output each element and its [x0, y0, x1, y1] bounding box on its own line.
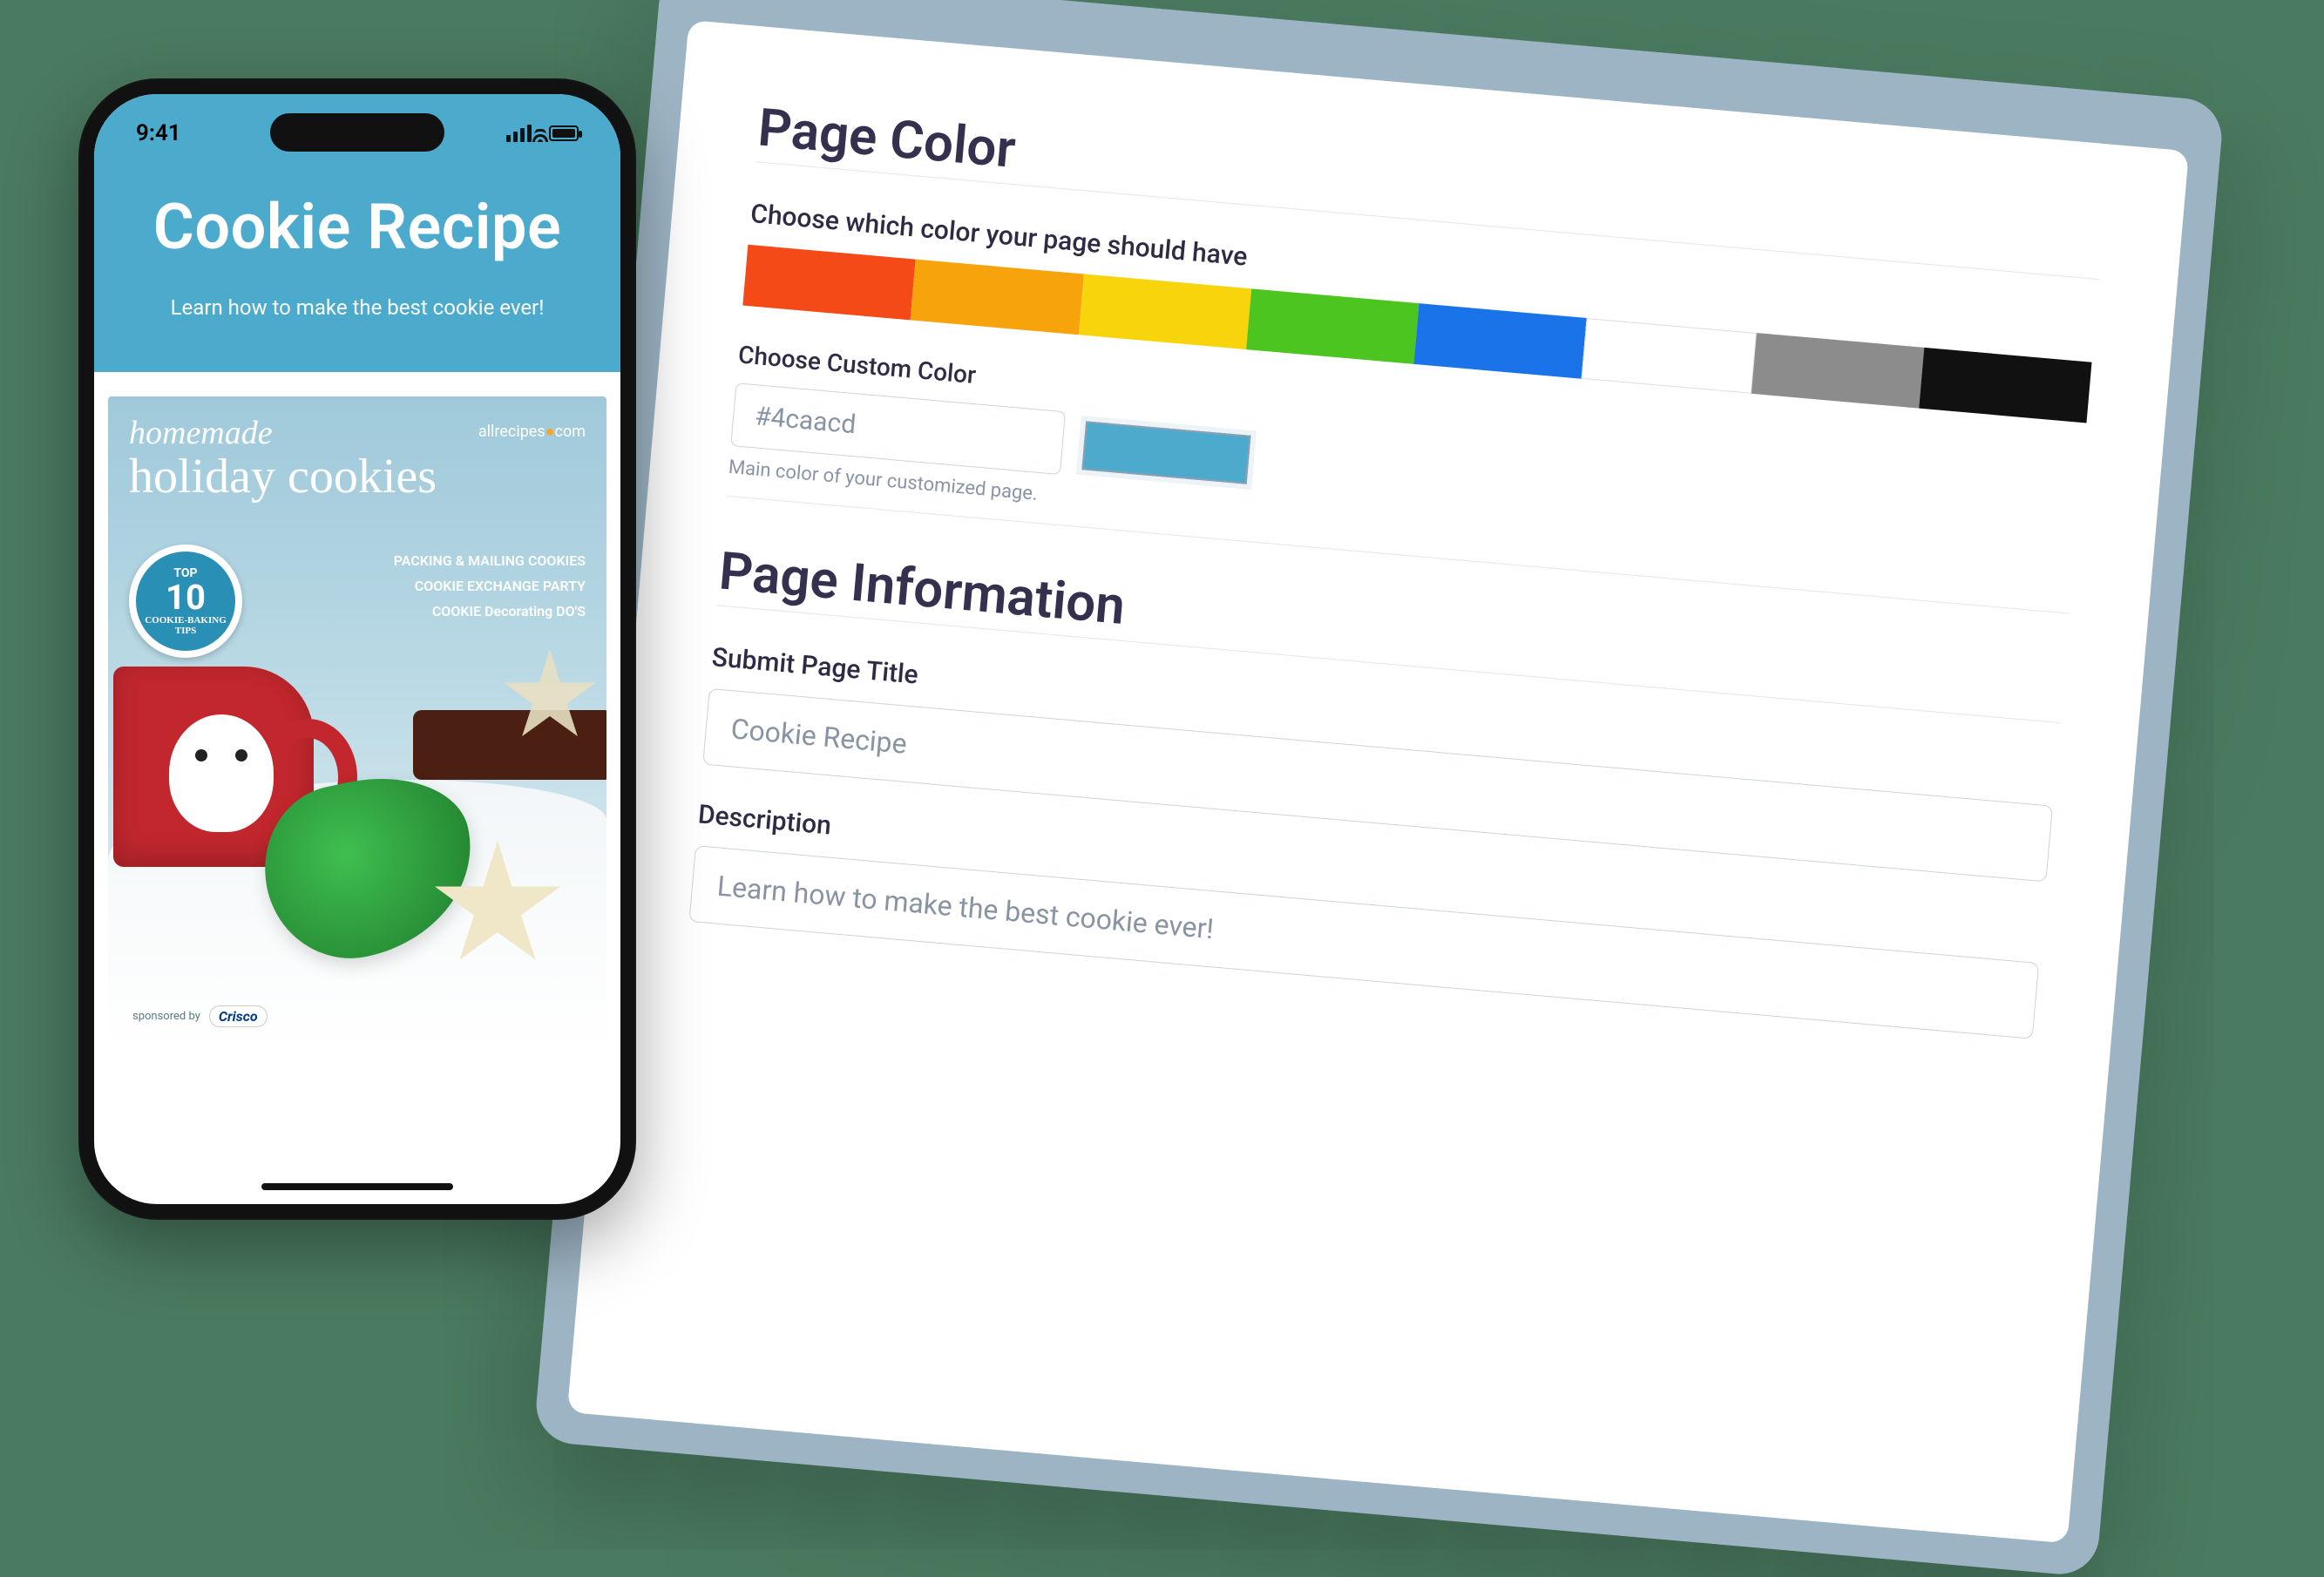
page-title: Cookie Recipe: [94, 190, 620, 264]
phone-screen: 9:41 Cookie Recipe Learn how to make the…: [94, 94, 620, 1204]
hero-brand: allrecipes●com: [478, 423, 586, 441]
badge-number: 10: [166, 580, 206, 615]
cellular-icon: [506, 125, 532, 142]
swatch-black[interactable]: [1919, 348, 2092, 423]
top10-badge: TOP 10 COOKIE-BAKING TIPS: [129, 545, 242, 658]
hero-feature-list: PACKING & MAILING COOKIES COOKIE EXCHANG…: [394, 549, 586, 624]
hero-feature-3: COOKIE Decorating DO'S: [394, 599, 586, 625]
snowman-icon: [169, 714, 274, 832]
home-indicator: [261, 1183, 453, 1190]
custom-color-preview[interactable]: [1081, 421, 1250, 484]
swatch-white[interactable]: [1582, 318, 1757, 394]
swatch-gray[interactable]: [1751, 333, 1924, 409]
hero-feature-1: PACKING & MAILING COOKIES: [394, 549, 586, 574]
phone-notch: [270, 113, 444, 152]
page-color-heading: Page Color: [755, 96, 2105, 280]
badge-bottom: COOKIE-BAKING TIPS: [136, 615, 235, 636]
status-time: 9:41: [136, 120, 181, 146]
window-chrome: Page Color Choose which color your page …: [533, 0, 2225, 1577]
brownie-cookie: [413, 710, 606, 780]
swatch-blue[interactable]: [1413, 303, 1587, 379]
battery-icon: [549, 125, 579, 141]
sponsor-label: sponsored by: [132, 1010, 200, 1023]
brand-name: allrecipes: [478, 423, 545, 441]
settings-panel: Page Color Choose which color your page …: [567, 20, 2189, 1544]
swatch-orange[interactable]: [911, 260, 1084, 335]
swatch-red[interactable]: [742, 245, 916, 321]
hero-title: homemade holiday cookies: [129, 414, 437, 501]
swatch-green[interactable]: [1246, 288, 1419, 364]
phone-mockup: 9:41 Cookie Recipe Learn how to make the…: [78, 78, 636, 1220]
page-subtitle: Learn how to make the best cookie ever!: [94, 295, 620, 320]
swatch-yellow[interactable]: [1078, 274, 1251, 349]
sponsor-logo: Crisco: [209, 1005, 268, 1027]
sponsor-row: sponsored by Crisco: [132, 1005, 268, 1027]
hero-image: homemade holiday cookies allrecipes●com …: [108, 396, 606, 1050]
hero-line2: holiday cookies: [129, 452, 437, 501]
hero-line1: homemade: [129, 414, 437, 452]
hero-feature-2: COOKIE EXCHANGE PARTY: [394, 574, 586, 599]
brand-suffix: com: [555, 423, 586, 441]
settings-window: Page Color Choose which color your page …: [533, 0, 2225, 1577]
